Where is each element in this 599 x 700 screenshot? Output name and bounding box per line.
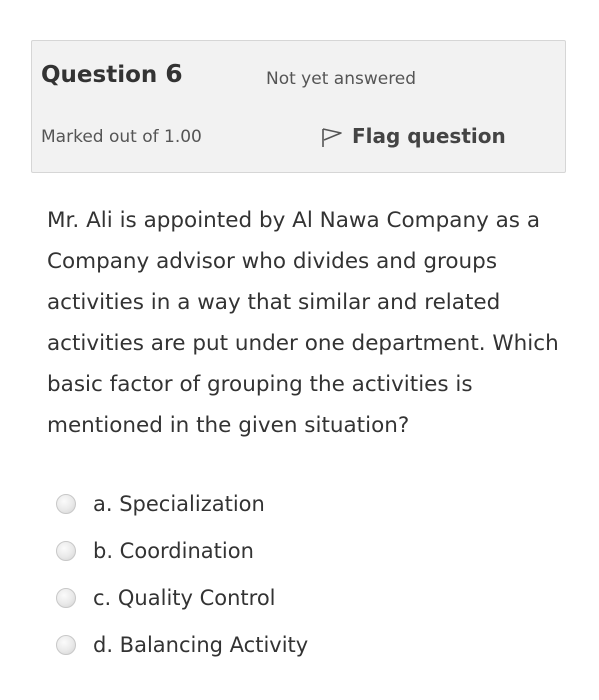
flag-question-button[interactable]: Flag question <box>320 123 506 149</box>
answer-radio-d[interactable] <box>56 634 76 655</box>
question-state: Not yet answered <box>266 69 417 89</box>
answer-option-c[interactable]: c. Quality Control <box>56 574 556 621</box>
answer-label-d: d. Balancing Activity <box>93 632 309 657</box>
answer-label-b: b. Coordination <box>93 538 254 563</box>
answer-radio-c[interactable] <box>56 587 76 608</box>
question-text: Mr. Ali is appointed by Al Nawa Company … <box>47 208 559 438</box>
question-title: Question 6 <box>41 59 183 88</box>
answer-option-d[interactable]: d. Balancing Activity <box>56 621 556 668</box>
flag-question-label: Flag question <box>352 124 506 148</box>
question-info-box: Question 6 Not yet answered Marked out o… <box>31 40 566 173</box>
answer-option-b[interactable]: b. Coordination <box>56 527 556 574</box>
question-label: Question <box>41 62 158 88</box>
answer-options: a. Specialization b. Coordination c. Qua… <box>56 480 556 668</box>
answer-label-a: a. Specialization <box>93 491 265 516</box>
answer-radio-a[interactable] <box>56 493 76 514</box>
answer-radio-b[interactable] <box>56 540 76 561</box>
flag-icon <box>320 123 344 149</box>
question-grade: Marked out of 1.00 <box>41 127 202 147</box>
answer-option-a[interactable]: a. Specialization <box>56 480 556 527</box>
answer-label-c: c. Quality Control <box>93 585 276 610</box>
question-number: 6 <box>165 59 183 88</box>
